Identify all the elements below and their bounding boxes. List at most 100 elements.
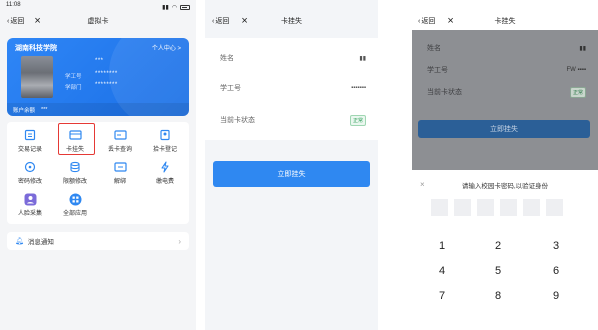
password-verify-screen: ‹ 返回 × 卡挂失 姓名 ▮▮ 学工号 FW ▪▪▪▪ 当前卡状态 正常 立即… (412, 0, 598, 330)
face-icon (24, 193, 37, 205)
card-dept-value: ******** (95, 82, 118, 88)
status-badge: 正常 (349, 114, 366, 126)
digit-box (454, 199, 471, 216)
card-search-icon (113, 129, 127, 141)
grid-label: 解绑 (113, 179, 126, 185)
bell-icon: 🔔︎ (15, 238, 24, 245)
key-2[interactable]: 2 (468, 240, 528, 252)
status-bar: 11:08 ▮▮ ◠ (6, 2, 190, 12)
status-time: 11:08 (6, 2, 21, 8)
function-grid: 交易记录 卡挂失 丢卡查询 拾卡登记 密码修改 限额修改 解绑 缴电费 人脸采集… (7, 122, 189, 224)
id-row: 学工号 FW ▪▪▪▪ (427, 60, 586, 80)
key-4[interactable]: 4 (412, 265, 472, 277)
notice-label: 消息通知 (27, 239, 54, 246)
highlight-box (58, 123, 95, 155)
grid-item-password[interactable]: 密码修改 (11, 158, 49, 188)
key-8[interactable]: 8 (468, 290, 528, 302)
page-title: 卡挂失 (494, 18, 516, 25)
grid-label: 全部应用 (62, 211, 87, 217)
chevron-right-icon: › (178, 236, 181, 246)
digit-box (523, 199, 540, 216)
id-label: 学工号 (427, 67, 448, 74)
card-register-icon (159, 129, 172, 141)
balance-value: *** (41, 106, 48, 113)
digit-box (546, 199, 563, 216)
back-button[interactable]: ‹ 返回 (418, 16, 435, 26)
grid-item-face[interactable]: 人脸采集 (11, 190, 49, 220)
key-7[interactable]: 7 (412, 290, 472, 302)
grid-item-electricity[interactable]: 缴电费 (146, 158, 184, 188)
back-button[interactable]: ‹ 返回 (7, 16, 24, 26)
back-label: 返回 (10, 18, 25, 25)
balance-bar: 账户余额 *** (7, 103, 189, 116)
page-title: 虚拟卡 (87, 18, 109, 25)
back-label: 返回 (421, 18, 436, 25)
close-icon[interactable]: × (241, 15, 247, 27)
name-value: ▮▮ (579, 45, 586, 52)
chevron-left-icon: ‹ (418, 17, 421, 25)
name-value: ▮▮ (359, 55, 366, 62)
card-school: 湖南科技学院 (15, 45, 57, 52)
card-name: *** (95, 58, 104, 64)
password-prompt: 请输入校园卡密码,以验证身份 (461, 183, 549, 190)
key-1[interactable]: 1 (412, 240, 472, 252)
chevron-left-icon: ‹ (212, 17, 215, 25)
card-loss-screen: ‹ 返回 × 卡挂失 姓名 ▮▮ 学工号 ▪▪▪▪▪▪▪ 当前卡状态 正常 立即… (205, 0, 378, 330)
grid-label: 密码修改 (17, 179, 42, 185)
key-9[interactable]: 9 (526, 290, 586, 302)
grid-label: 丢卡查询 (107, 147, 132, 153)
key-5[interactable]: 5 (468, 265, 528, 277)
grid-item-all-apps[interactable]: 全部应用 (56, 190, 94, 220)
wifi-icon: ◠ (171, 4, 177, 11)
key-6[interactable]: 6 (526, 265, 586, 277)
notice-bar[interactable]: 🔔︎ 消息通知 › (7, 232, 189, 250)
id-value: ▪▪▪▪▪▪▪ (351, 85, 366, 91)
virtual-card-screen: 11:08 ▮▮ ◠ ‹ 返回 × 虚拟卡 湖南科技学院 个人中心 > *** … (0, 0, 196, 330)
close-icon[interactable]: × (447, 15, 453, 27)
name-label: 姓名 (220, 55, 234, 62)
id-row: 学工号 ▪▪▪▪▪▪▪ (220, 78, 366, 98)
grid-item-found-card-register[interactable]: 拾卡登记 (146, 126, 184, 156)
battery-icon (180, 4, 190, 10)
grid-item-limit[interactable]: 限额修改 (56, 158, 94, 188)
nav-bar: ‹ 返回 × 卡挂失 (205, 12, 378, 30)
key-3[interactable]: 3 (526, 240, 586, 252)
card-info-form: 姓名 ▮▮ 学工号 ▪▪▪▪▪▪▪ 当前卡状态 正常 (205, 38, 378, 140)
balance-label: 账户余额 (13, 107, 36, 114)
unbind-icon (113, 161, 127, 173)
name-row: 姓名 ▮▮ (220, 48, 366, 68)
grid-label: 拾卡登记 (152, 147, 177, 153)
status-icons: ▮▮ ◠ (162, 2, 190, 12)
grid-label: 限额修改 (62, 179, 87, 185)
id-value: FW ▪▪▪▪ (566, 67, 586, 73)
grid-item-transactions[interactable]: 交易记录 (11, 126, 49, 156)
dimmed-overlay: 姓名 ▮▮ 学工号 FW ▪▪▪▪ 当前卡状态 正常 立即挂失 (412, 30, 598, 170)
database-icon (69, 161, 82, 173)
card-dept-label: 学部门 (65, 85, 82, 91)
user-center-link[interactable]: 个人中心 > (152, 43, 181, 52)
key-icon (24, 161, 37, 173)
receipt-icon (24, 129, 37, 141)
password-sheet: × 请输入校园卡密码,以验证身份 1 2 3 4 5 6 7 8 9 (412, 170, 598, 330)
card-id-value: ******** (95, 71, 118, 77)
digit-box (500, 199, 517, 216)
apps-icon (69, 193, 82, 205)
name-row: 姓名 ▮▮ (427, 38, 586, 58)
close-icon[interactable]: × (34, 15, 40, 27)
id-label: 学工号 (220, 85, 241, 92)
grid-label: 缴电费 (155, 179, 174, 185)
report-loss-button[interactable]: 立即挂失 (213, 161, 370, 187)
grid-label: 交易记录 (17, 147, 42, 153)
lightning-icon (159, 161, 172, 173)
avatar (21, 56, 53, 98)
virtual-card: 湖南科技学院 个人中心 > *** 学工号 ******** 学部门 *****… (7, 38, 189, 116)
status-row: 当前卡状态 正常 (220, 110, 366, 130)
page-title: 卡挂失 (281, 18, 302, 25)
status-row: 当前卡状态 正常 (427, 82, 586, 102)
grid-item-unbind[interactable]: 解绑 (101, 158, 139, 188)
digit-box (431, 199, 448, 216)
grid-item-lost-card-query[interactable]: 丢卡查询 (101, 126, 139, 156)
password-input[interactable] (431, 199, 563, 216)
card-id-label: 学工号 (65, 74, 82, 80)
back-button[interactable]: ‹ 返回 (212, 16, 229, 26)
